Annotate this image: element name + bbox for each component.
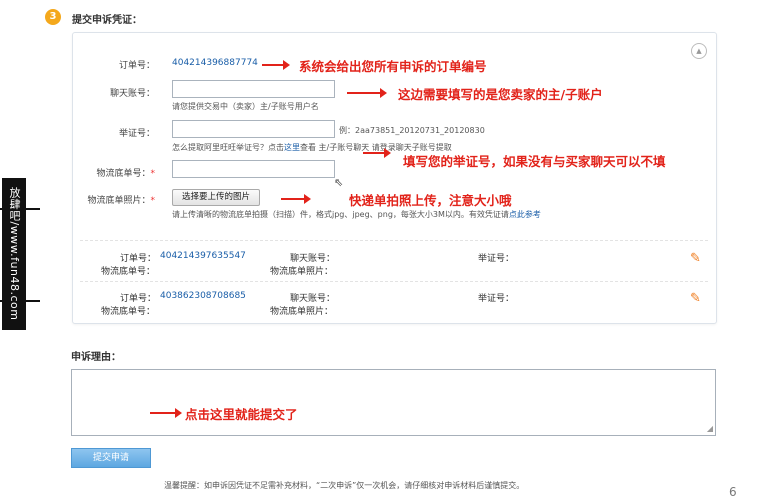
annotation-arrow xyxy=(363,148,391,158)
order-number: 404214396887774 xyxy=(172,58,258,68)
annotation-evidence: 填写您的举证号，如果没有与买家聊天可以不填 xyxy=(403,154,666,169)
annotation-arrow xyxy=(262,60,290,70)
evidence-example: 例：2aa73851_20120731_20120830 xyxy=(339,126,485,135)
page-number: 6 xyxy=(729,485,737,499)
resize-grip-icon[interactable]: ◢ xyxy=(707,424,713,433)
upload-image-button[interactable]: 选择要上传的图片 xyxy=(172,189,261,206)
order-row-2-evidence-label: 举证号： xyxy=(478,294,515,304)
step-title: 提交申诉凭证： xyxy=(72,15,142,26)
chat-account-input[interactable] xyxy=(172,80,335,98)
annotation-arrow xyxy=(281,194,311,204)
logistics-number-input[interactable] xyxy=(172,160,335,178)
annotation-upload: 快递单拍照上传，注意大小哦 xyxy=(349,193,512,208)
evidence-hint-link[interactable]: 这里 xyxy=(284,143,300,152)
order-row-2-photo-label: 物流底单照片： xyxy=(270,307,334,317)
warm-tip: 温馨提醒：如申诉因凭证不足需补充材料，“二次申诉”仅一次机会，请仔细核对申诉材料… xyxy=(164,481,525,490)
order-row-1-logistics-label: 物流底单号： xyxy=(101,267,156,277)
order-row-1-photo-label: 物流底单照片： xyxy=(270,267,334,277)
upload-hint-link[interactable]: 点此参考 xyxy=(509,210,541,219)
chat-account-hint: 请您提供交易中（卖家）主/子账号用户名 xyxy=(172,102,319,111)
annotation-chat-account: 这边需要填写的是您卖家的主/子账户 xyxy=(398,87,603,102)
evidence-label: 举证号： xyxy=(118,129,155,139)
chat-account-label: 聊天账号： xyxy=(109,89,155,99)
order-row-1-label: 订单号： xyxy=(120,254,157,264)
order-row-2-number: 403862308708685 xyxy=(160,291,246,301)
submit-button[interactable]: 提交申请 xyxy=(71,448,151,468)
reason-title: 申诉理由： xyxy=(71,352,121,363)
upload-hint-prefix: 请上传清晰的物流底单拍摄（扫描）件，格式jpg、jpeg、png，每张大小3M以… xyxy=(172,210,509,219)
logistics-photo-label: 物流底单照片：* xyxy=(87,196,156,206)
evidence-input[interactable] xyxy=(172,120,335,138)
evidence-hint-prefix: 怎么提取阿里旺旺举证号？点击 xyxy=(172,143,284,152)
annotation-arrow xyxy=(150,408,182,418)
annotation-order-number: 系统会给出您所有申诉的订单编号 xyxy=(299,59,487,74)
order-row-1-chat-label: 聊天账号： xyxy=(290,254,336,264)
annotation-arrow xyxy=(347,88,387,98)
mouse-cursor-icon: ⇖ xyxy=(334,176,344,189)
order-row-1-evidence-label: 举证号： xyxy=(478,254,515,264)
order-row-2-label: 订单号： xyxy=(120,294,157,304)
divider xyxy=(80,281,708,282)
chevron-up-icon[interactable]: ▲ xyxy=(691,43,707,59)
required-mark: * xyxy=(150,169,156,179)
pencil-icon[interactable]: ✎ xyxy=(690,251,701,266)
side-watermark: 放肆吧/www.fun48.com xyxy=(2,178,26,330)
divider xyxy=(80,240,708,241)
order-row-2-chat-label: 聊天账号： xyxy=(290,294,336,304)
required-mark: * xyxy=(150,196,156,206)
upload-hint: 请上传清晰的物流底单拍摄（扫描）件，格式jpg、jpeg、png，每张大小3M以… xyxy=(172,209,541,220)
pencil-icon[interactable]: ✎ xyxy=(690,291,701,306)
logistics-number-label: 物流底单号：* xyxy=(96,169,156,179)
reason-textarea[interactable]: ◢ xyxy=(71,369,716,436)
step-number-badge: 3 xyxy=(45,9,61,25)
order-row-2-logistics-label: 物流底单号： xyxy=(101,307,156,317)
order-row-1-number: 404214397635547 xyxy=(160,251,246,261)
order-label: 订单号： xyxy=(118,61,155,71)
annotation-submit: 点击这里就能提交了 xyxy=(185,407,298,422)
